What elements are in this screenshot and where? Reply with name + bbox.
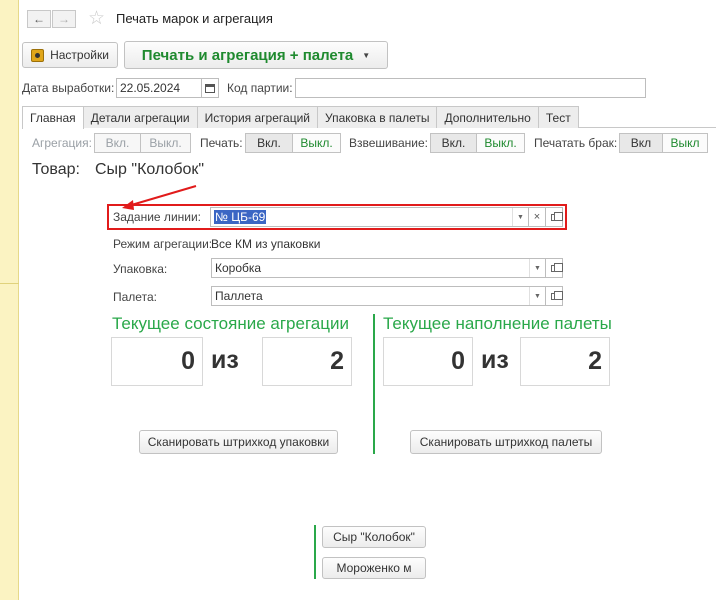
agg-total-count: 2	[262, 337, 352, 386]
pallet-fill-title: Текущее наполнение палеты	[383, 314, 612, 333]
product-label: Товар:	[32, 161, 80, 178]
line-task-label: Задание линии:	[113, 210, 202, 224]
weighing-on-button[interactable]: Вкл.	[430, 133, 477, 153]
back-button[interactable]: ←	[27, 10, 51, 28]
pallet-select[interactable]: Паллета ▼	[211, 286, 546, 306]
agg-current-count: 0	[111, 337, 203, 386]
settings-icon	[31, 48, 45, 62]
pallet-label: Палета:	[113, 290, 157, 304]
print-defect-toggle-label: Печатать брак:	[534, 136, 618, 150]
tab-test[interactable]: Тест	[537, 106, 579, 128]
close-icon: ×	[533, 211, 541, 223]
product-name: Сыр "Колобок"	[95, 161, 205, 178]
open-form-icon	[550, 211, 563, 221]
forward-button[interactable]: →	[52, 10, 76, 28]
tab-agg-details[interactable]: Детали агрегации	[82, 106, 198, 128]
print-defect-on-button[interactable]: Вкл	[619, 133, 663, 153]
agg-mode-label: Режим агрегации:	[113, 237, 213, 251]
tab-pallet-packing[interactable]: Упаковка в палеты	[316, 106, 438, 128]
package-select[interactable]: Коробка ▼	[211, 258, 546, 278]
weighing-toggle: Вкл. Выкл.	[430, 133, 525, 153]
arrow-right-icon: →	[58, 12, 70, 26]
agg-of-label: из	[211, 346, 239, 374]
tab-bar: Главная Детали агрегации История агрегац…	[22, 106, 579, 129]
calendar-button[interactable]	[201, 78, 219, 98]
pallet-of-label: из	[481, 346, 509, 374]
product-button-1[interactable]: Сыр "Колобок"	[322, 526, 426, 548]
open-form-icon	[550, 290, 563, 300]
pallet-current-count: 0	[383, 337, 473, 386]
aggregation-toggle: Вкл. Выкл.	[94, 133, 191, 153]
print-off-button[interactable]: Выкл.	[292, 133, 341, 153]
weighing-off-button[interactable]: Выкл.	[476, 133, 525, 153]
section-divider	[373, 314, 375, 454]
weighing-toggle-label: Взвешивание:	[349, 136, 429, 150]
settings-button-label: Настройки	[50, 48, 109, 62]
print-aggregation-button[interactable]: Печать и агрегация + палета ▼	[124, 41, 388, 69]
aggregation-toggle-label: Агрегация:	[32, 136, 92, 150]
package-label: Упаковка:	[113, 262, 168, 276]
settings-button[interactable]: Настройки	[22, 42, 118, 68]
clear-button[interactable]: ×	[528, 207, 546, 227]
product-button-2[interactable]: Мороженко м	[322, 557, 426, 579]
open-pallet-button[interactable]	[545, 286, 563, 306]
line-task-input[interactable]: № ЦБ-69 ▼	[210, 207, 529, 227]
left-panel-divider	[0, 283, 19, 284]
aggregation-on-button[interactable]: Вкл.	[94, 133, 141, 153]
dropdown-arrow-icon[interactable]: ▼	[529, 259, 545, 277]
batch-code-input[interactable]	[295, 78, 646, 98]
favorite-star-icon[interactable]: ☆	[88, 7, 105, 30]
prod-date-label: Дата выработки:	[22, 81, 115, 95]
scan-pallet-button[interactable]: Сканировать штрихкод палеты	[410, 430, 602, 454]
open-line-task-button[interactable]	[545, 207, 563, 227]
arrow-left-icon: ←	[33, 12, 45, 26]
dropdown-arrow-icon[interactable]: ▼	[529, 287, 545, 305]
open-package-button[interactable]	[545, 258, 563, 278]
print-toggle-label: Печать:	[200, 136, 243, 150]
package-value: Коробка	[215, 261, 262, 275]
print-aggregation-label: Печать и агрегация + палета	[141, 46, 354, 64]
print-toggle: Вкл. Выкл.	[245, 133, 341, 153]
tab-agg-history[interactable]: История агрегаций	[196, 106, 318, 128]
left-panel	[0, 0, 19, 600]
calendar-icon	[205, 83, 215, 93]
prod-date-input[interactable]: 22.05.2024	[116, 78, 202, 98]
batch-code-label: Код партии:	[227, 81, 293, 95]
tab-main[interactable]: Главная	[22, 106, 84, 129]
product-buttons-divider	[314, 525, 316, 579]
line-task-value: № ЦБ-69	[214, 210, 267, 224]
print-defect-off-button[interactable]: Выкл	[662, 133, 708, 153]
aggregation-off-button[interactable]: Выкл.	[140, 133, 191, 153]
pallet-total-count: 2	[520, 337, 610, 386]
tab-additional[interactable]: Дополнительно	[436, 106, 539, 128]
scan-package-button[interactable]: Сканировать штрихкод упаковки	[139, 430, 338, 454]
open-form-icon	[550, 262, 563, 272]
print-on-button[interactable]: Вкл.	[245, 133, 293, 153]
print-defect-toggle: Вкл Выкл	[619, 133, 708, 153]
window-title: Печать марок и агрегация	[116, 11, 273, 26]
agg-mode-value: Все КМ из упаковки	[211, 237, 321, 251]
dropdown-arrow-icon[interactable]: ▼	[512, 208, 528, 226]
agg-state-title: Текущее состояние агрегации	[112, 314, 349, 333]
chevron-down-icon: ▼	[362, 50, 371, 60]
pallet-value: Паллета	[215, 289, 263, 303]
